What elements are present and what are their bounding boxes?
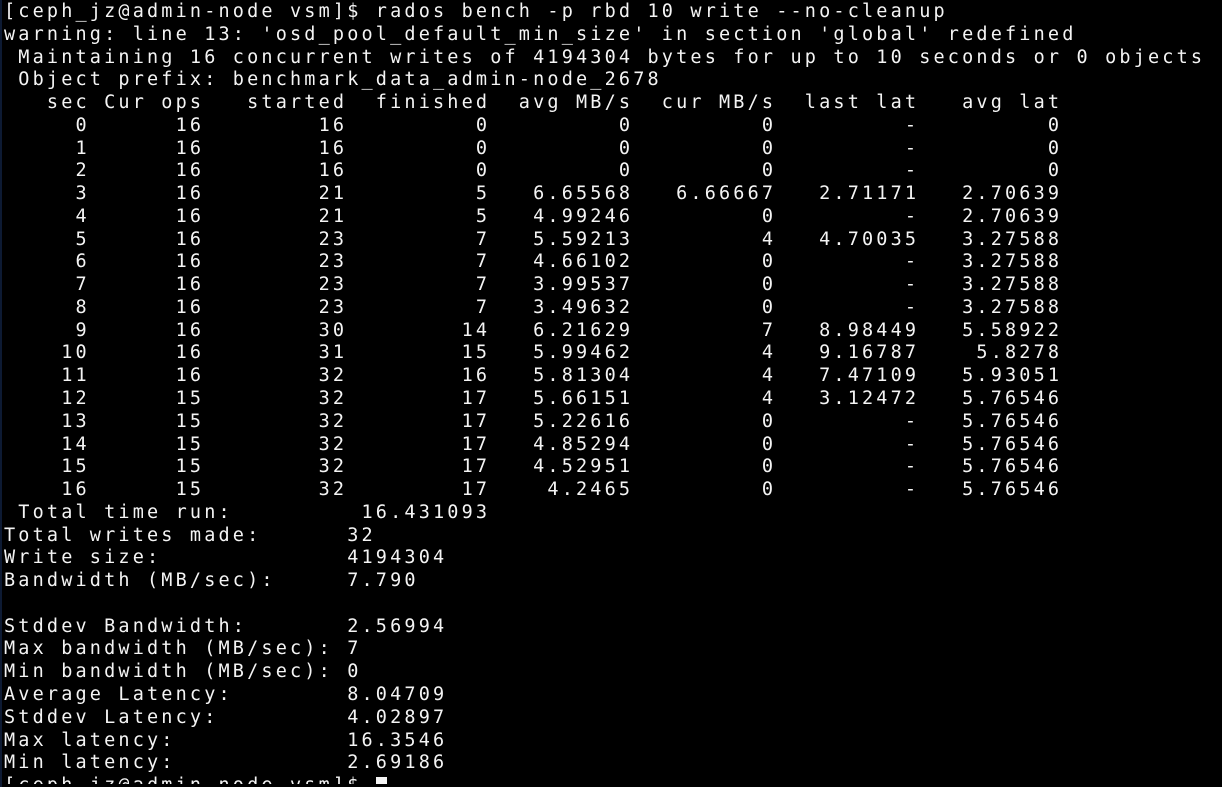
bench-table-row: 16 15 32 17 4.2465 0 - 5.76546: [4, 479, 1063, 501]
bench-table-row: 15 15 32 17 4.52951 0 - 5.76546: [4, 456, 1063, 478]
bench-table-row: 12 15 32 17 5.66151 4 3.12472 5.76546: [4, 388, 1063, 410]
bench-table-row: 2 16 16 0 0 0 - 0: [4, 160, 1063, 182]
bench-table-row: 13 15 32 17 5.22616 0 - 5.76546: [4, 410, 1063, 432]
summary-line: Stddev Bandwidth: 2.56994: [4, 615, 448, 637]
bench-table-row: 9 16 30 14 6.21629 7 8.98449 5.58922: [4, 319, 1063, 341]
summary-line: Average Latency: 8.04709: [4, 683, 448, 705]
summary-line: Stddev Latency: 4.02897: [4, 706, 448, 728]
bench-table-row: 1 16 16 0 0 0 - 0: [4, 137, 1063, 159]
bench-table-row: 11 16 32 16 5.81304 4 7.47109 5.93051: [4, 365, 1063, 387]
warning-line: warning: line 13: 'osd_pool_default_min_…: [4, 23, 1077, 45]
bench-table-row: 8 16 23 7 3.49632 0 - 3.27588: [4, 296, 1063, 318]
summary-line: Max latency: 16.3546: [4, 729, 448, 751]
bench-table-row: 7 16 23 7 3.99537 0 - 3.27588: [4, 274, 1063, 296]
maintaining-line: Maintaining 16 concurrent writes of 4194…: [4, 46, 1206, 68]
bench-table-row: 14 15 32 17 4.85294 0 - 5.76546: [4, 433, 1063, 455]
summary-line: Min bandwidth (MB/sec): 0: [4, 661, 362, 683]
text-cursor: [375, 777, 387, 785]
summary-line: Total time run: 16.431093: [4, 501, 491, 523]
bench-table-body: 0 16 16 0 0 0 - 0 1 16 16 0 0 0 - 0 2 16…: [4, 115, 1218, 502]
bench-summary: Total time run: 16.431093 Total writes ma…: [4, 502, 1218, 775]
command-line: [ceph_jz@admin-node vsm]$ rados bench -p…: [4, 1, 948, 22]
terminal-window[interactable]: [ceph_jz@admin-node vsm]$ rados bench -p…: [0, 0, 1222, 787]
bench-table-row: 0 16 16 0 0 0 - 0: [4, 114, 1063, 136]
summary-line: Bandwidth (MB/sec): 7.790: [4, 570, 419, 592]
bench-table-row: 10 16 31 15 5.99462 4 9.16787 5.8278: [4, 342, 1063, 364]
bench-table-header: sec Cur ops started finished avg MB/s cu…: [4, 92, 1063, 114]
summary-blank-line: [4, 593, 1218, 616]
terminal-screen[interactable]: [ceph_jz@admin-node vsm]$ rados bench -p…: [4, 1, 1218, 785]
object-prefix-line: Object prefix: benchmark_data_admin-node…: [4, 69, 662, 91]
bench-table-row: 6 16 23 7 4.66102 0 - 3.27588: [4, 251, 1063, 273]
summary-line: Min latency: 2.69186: [4, 752, 448, 774]
summary-line: Max bandwidth (MB/sec): 7: [4, 638, 362, 660]
summary-line: Total writes made: 32: [4, 524, 376, 546]
terminal-left-edge: [0, 0, 2, 787]
final-prompt-text: [ceph_jz@admin-node vsm]$: [4, 775, 376, 784]
final-prompt-line[interactable]: [ceph_jz@admin-node vsm]$: [4, 775, 1218, 785]
bench-table-row: 5 16 23 7 5.59213 4 4.70035 3.27588: [4, 228, 1063, 250]
bench-table-row: 3 16 21 5 6.65568 6.66667 2.71171 2.7063…: [4, 183, 1063, 205]
summary-line: Write size: 4194304: [4, 547, 448, 569]
bench-table-row: 4 16 21 5 4.99246 0 - 2.70639: [4, 205, 1063, 227]
